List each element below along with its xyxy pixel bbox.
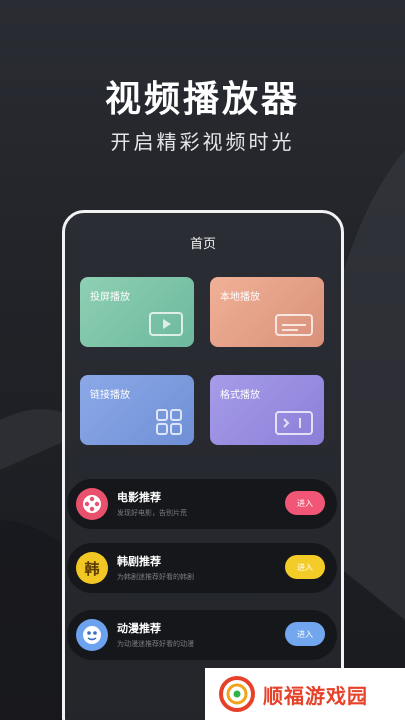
format-icon [275, 411, 313, 435]
tile-format-play[interactable]: 格式播放 [210, 375, 324, 445]
card-title: 韩剧推荐 [117, 555, 161, 568]
korean-badge: 韩 [84, 559, 100, 578]
film-reel-icon [76, 488, 108, 520]
tile-local-play[interactable]: 本地播放 [210, 277, 324, 347]
local-folder-icon [275, 314, 313, 336]
card-description: 为韩剧迷推荐好看的韩剧 [117, 573, 194, 581]
tile-link-play[interactable]: 链接播放 [80, 375, 194, 445]
enter-button[interactable]: 进入 [285, 555, 325, 579]
link-icon [156, 409, 182, 435]
page-title: 首页 [189, 237, 216, 252]
anime-recommend-card[interactable]: 动漫推荐 为动漫迷推荐好看的动漫 进入 [67, 610, 337, 660]
tile-label: 格式播放 [220, 390, 260, 401]
anime-icon [76, 619, 108, 651]
tile-label: 链接播放 [90, 390, 130, 401]
logo-icon [219, 676, 255, 712]
card-title: 动漫推荐 [117, 622, 161, 635]
phone-mockup: 首页 投屏播放 本地播放 链接播放 格式播放 电影推荐 发现好电影，告别片荒 进… [62, 210, 344, 720]
kdrama-recommend-card[interactable]: 韩 韩剧推荐 为韩剧迷推荐好看的韩剧 进入 [67, 543, 337, 593]
card-title: 电影推荐 [117, 491, 161, 504]
enter-button[interactable]: 进入 [285, 622, 325, 646]
tile-label: 投屏播放 [90, 292, 130, 303]
promo-title: 视频播放器 [104, 79, 300, 120]
movie-recommend-card[interactable]: 电影推荐 发现好电影，告别片荒 进入 [67, 479, 337, 529]
tile-label: 本地播放 [220, 292, 260, 303]
enter-button[interactable]: 进入 [285, 491, 325, 515]
watermark-text: 顺福游戏园 [263, 683, 368, 708]
card-description: 为动漫迷推荐好看的动漫 [117, 640, 194, 648]
tile-cast-play[interactable]: 投屏播放 [80, 277, 194, 347]
korean-drama-icon: 韩 [76, 552, 108, 584]
screen-play-icon [149, 312, 183, 336]
promo-subtitle: 开启精彩视频时光 [110, 130, 295, 154]
card-description: 发现好电影，告别片荒 [117, 509, 187, 517]
watermark-banner: 顺福游戏园 [205, 668, 405, 720]
